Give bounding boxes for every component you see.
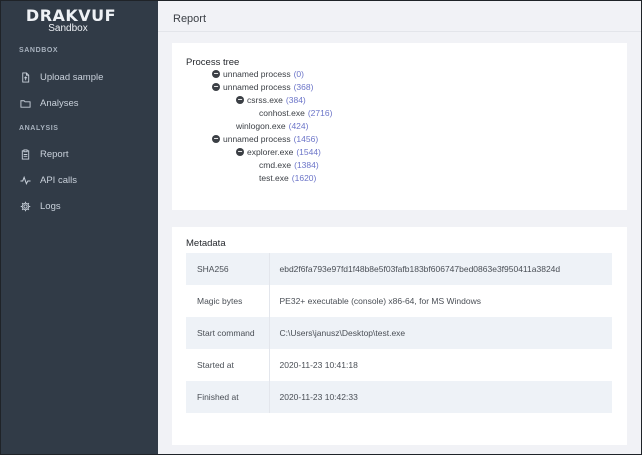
metadata-key: Finished at [186,381,270,413]
process-pid-link[interactable]: (0) [294,69,304,79]
process-name: test.exe [259,173,289,183]
process-name: cmd.exe [259,160,292,170]
process-name: unnamed process [223,69,291,79]
process-pid-link[interactable]: (1544) [296,147,321,157]
metadata-title: Metadata [186,238,226,249]
collapse-toggle-icon[interactable]: − [236,96,244,104]
tree-node[interactable]: conhost.exe (2716) [259,107,332,119]
tree-node[interactable]: cmd.exe (1384) [259,159,319,171]
metadata-value: PE32+ executable (console) x86-64, for M… [269,285,612,317]
table-row: Started at 2020-11-23 10:41:18 [186,349,612,381]
sidebar-section-sandbox: SANDBOX [19,47,59,54]
tree-node[interactable]: − unnamed process (1456) [212,133,318,145]
process-name: explorer.exe [247,147,294,157]
tree-node[interactable]: − csrss.exe (384) [236,94,306,106]
sidebar-item-label: Report [40,148,69,160]
process-name: unnamed process [223,134,291,144]
sidebar-item-upload-sample[interactable]: Upload sample [19,68,149,86]
process-tree-card: Process tree − unnamed process (0) − unn… [172,43,627,210]
sidebar-item-analyses[interactable]: Analyses [19,94,149,112]
sidebar-item-logs[interactable]: Logs [19,197,149,215]
process-pid-link[interactable]: (1384) [294,160,319,170]
metadata-value: 2020-11-23 10:42:33 [269,381,612,413]
tree-node[interactable]: test.exe (1620) [259,172,316,184]
process-name: csrss.exe [247,95,283,105]
process-pid-link[interactable]: (368) [294,82,314,92]
metadata-key: Started at [186,349,270,381]
metadata-key: Magic bytes [186,285,270,317]
sidebar: DRAKVUF Sandbox SANDBOX Upload sample An… [1,1,158,454]
metadata-value: ebd2f6fa793e97fd1f48b8e5f03fafb183bf6067… [269,253,612,285]
process-tree-title: Process tree [186,57,240,68]
folder-icon [19,97,31,109]
table-row: SHA256 ebd2f6fa793e97fd1f48b8e5f03fafb18… [186,253,612,285]
process-name: unnamed process [223,82,291,92]
main-content: Report Process tree − unnamed process (0… [158,1,641,454]
process-pid-link[interactable]: (1456) [294,134,319,144]
gear-icon [19,200,31,212]
collapse-toggle-icon[interactable]: − [212,135,220,143]
sidebar-item-label: Analyses [40,97,79,109]
tree-node[interactable]: − unnamed process (368) [212,81,313,93]
sidebar-item-report[interactable]: Report [19,145,149,163]
metadata-value: C:\Users\janusz\Desktop\test.exe [269,317,612,349]
table-row: Magic bytes PE32+ executable (console) x… [186,285,612,317]
process-pid-link[interactable]: (424) [289,121,309,131]
process-pid-link[interactable]: (1620) [292,173,317,183]
tree-node[interactable]: winlogon.exe (424) [236,120,308,132]
activity-icon [19,174,31,186]
file-upload-icon [19,71,31,83]
process-name: winlogon.exe [236,121,286,131]
table-row: Start command C:\Users\janusz\Desktop\te… [186,317,612,349]
tree-node[interactable]: − explorer.exe (1544) [236,146,321,158]
sidebar-item-label: API calls [40,174,77,186]
page-title: Report [173,13,207,25]
sidebar-item-api-calls[interactable]: API calls [19,171,149,189]
tree-node[interactable]: − unnamed process (0) [212,68,304,80]
process-name: conhost.exe [259,108,305,118]
metadata-table: SHA256 ebd2f6fa793e97fd1f48b8e5f03fafb18… [186,253,612,413]
process-pid-link[interactable]: (384) [286,95,306,105]
collapse-toggle-icon[interactable]: − [212,83,220,91]
collapse-toggle-icon[interactable]: − [236,148,244,156]
metadata-card: Metadata SHA256 ebd2f6fa793e97fd1f48b8e5… [172,227,627,445]
sidebar-section-analysis: ANALYSIS [19,125,59,132]
process-pid-link[interactable]: (2716) [308,108,333,118]
sidebar-item-label: Upload sample [40,71,104,83]
sidebar-item-label: Logs [40,200,61,212]
header-divider [158,31,641,32]
metadata-key: SHA256 [186,253,270,285]
collapse-toggle-icon[interactable]: − [212,70,220,78]
metadata-key: Start command [186,317,270,349]
table-row: Finished at 2020-11-23 10:42:33 [186,381,612,413]
clipboard-icon [19,148,31,160]
brand-logo[interactable]: DRAKVUF Sandbox [1,6,131,34]
metadata-value: 2020-11-23 10:41:18 [269,349,612,381]
